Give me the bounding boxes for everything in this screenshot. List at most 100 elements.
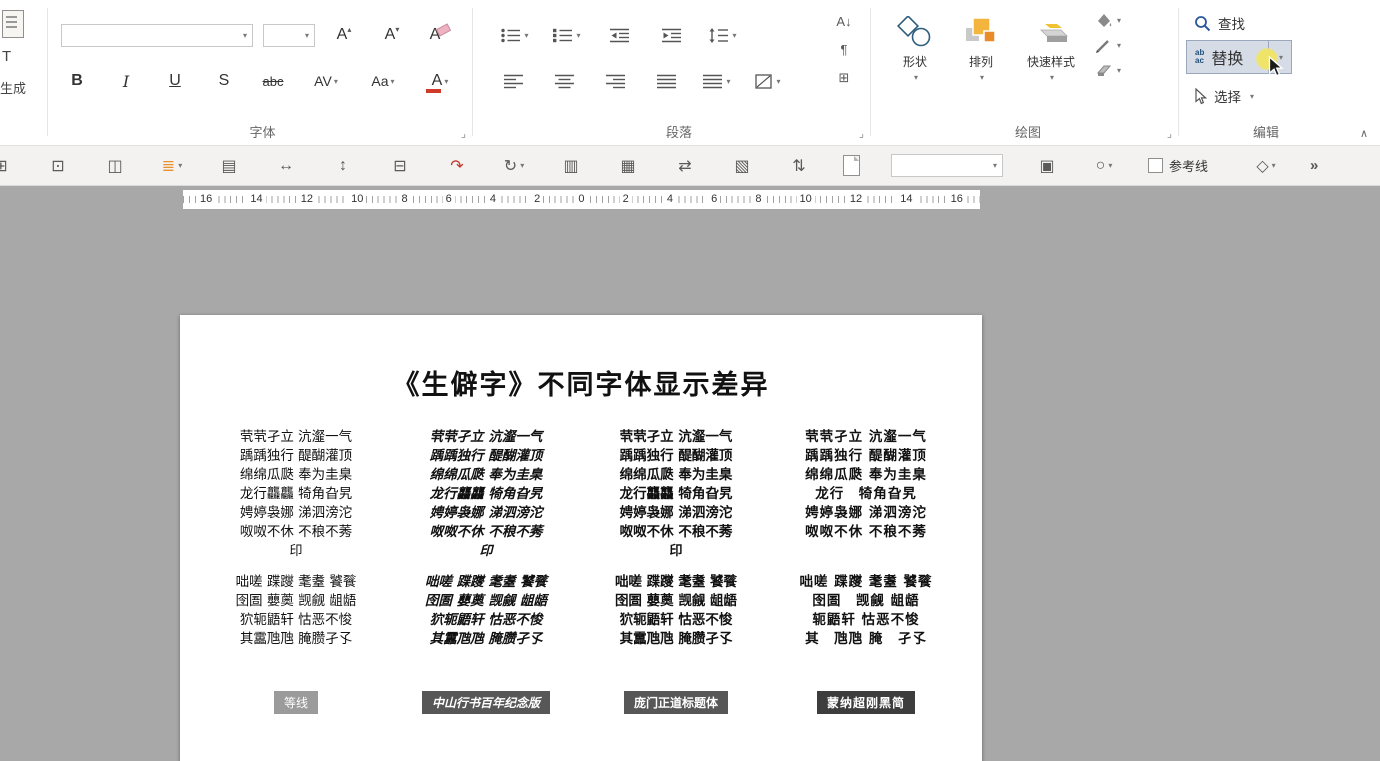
font-name-badge: 中山行书百年纪念版 [422,691,550,714]
distribute-horizontal-icon[interactable]: ↔ [273,157,299,175]
chevron-down-icon[interactable]: ▾ [305,31,309,40]
increase-indent-button[interactable] [652,20,690,50]
strikethrough-abc-button[interactable]: abc [255,66,291,96]
chevron-down-icon[interactable]: ▾ [993,161,997,170]
wrap-text-icon[interactable]: ↷ [444,156,470,176]
justify-button[interactable] [647,66,685,96]
group-divider [870,8,871,136]
left-strip-t-label[interactable]: T [2,48,11,65]
grow-font-button[interactable]: A ▴ [325,20,363,50]
bullets-icon [501,28,520,43]
distribute-vertical-icon[interactable]: ↕ [330,157,356,175]
font-group: ▾ ▾ A ▴ A ▾ A B [55,0,470,144]
guides-toggle[interactable]: 参考线 [1148,156,1208,175]
horizontal-ruler[interactable]: 1614121086420246810121416 [183,190,980,209]
align-left-button[interactable] [494,66,532,96]
decrease-indent-button[interactable] [600,20,638,50]
underline-button[interactable]: U [157,66,193,96]
quick-styles-label: 快速样式 [1027,53,1075,70]
paragraph-mark-icon[interactable]: ¶ [831,42,857,57]
numbering-button[interactable]: ▾ [548,20,586,50]
rotate-icon[interactable]: ↻ ▾ [501,156,527,176]
group-objects-icon[interactable]: ▦ [615,156,641,176]
select-button[interactable]: 选择 ▾ [1194,86,1254,106]
ruler-number: 2 [531,190,543,209]
seal-char: 印 [217,542,375,561]
lyric-line: 绵绵瓜瓞 奉为圭臬 [407,466,565,485]
align-center-button[interactable] [545,66,583,96]
find-label: 查找 [1218,13,1245,33]
change-case-button[interactable]: Aa ▾ [361,66,405,96]
document-page[interactable]: 《生僻字》不同字体显示差异 茕茕孑立 沆瀣一气踽踽独行 醍醐灌顶绵绵瓜瓞 奉为圭… [180,315,982,761]
theme-color-icon[interactable]: ○ ▾ [1091,157,1117,175]
generate-doc-icon[interactable] [2,10,24,38]
lyric-line: 呶呶不休 不稂不莠 [787,523,945,542]
lyric-line: 呶呶不休 不稂不莠 [407,523,565,542]
guides-checkbox[interactable] [1148,158,1163,173]
font-name-badge: 庞门正道标题体 [624,691,728,714]
shading-button[interactable]: ▾ [749,66,787,96]
bullets-button[interactable]: ▾ [496,20,534,50]
lyric-line: 绵绵瓜瓞 奉为圭臬 [787,466,945,485]
shapes-button[interactable]: 形状 ▾ [886,8,944,112]
strikethrough-s-button[interactable]: S [206,66,242,96]
chart-icon[interactable]: ▧ [729,156,755,176]
merge-cells-icon[interactable]: ◫ [102,156,128,176]
shape-effects-button[interactable]: ▾ [1094,62,1121,78]
crop-icon[interactable]: ⊡ [45,156,71,176]
drawing-dialog-launcher-icon[interactable]: ⌟ [1167,127,1172,140]
style-combo[interactable]: ▾ [891,154,1003,177]
table-icon[interactable]: ⊞ [0,156,14,176]
font-color-button[interactable]: A ▾ [418,66,462,96]
ruler-number: 2 [620,190,632,209]
font-dialog-launcher-icon[interactable]: ⌟ [461,127,466,140]
ruler-number: 10 [797,190,815,209]
more-tools-button[interactable]: » [1310,157,1318,174]
arrange-button[interactable]: 排列 ▾ [952,8,1010,112]
property-card-icon[interactable]: ▣ [1034,156,1060,176]
arrange-label: 排列 [969,53,993,70]
numbering-icon [553,28,572,43]
align-right-button[interactable] [596,66,634,96]
collapse-ribbon-button[interactable]: ∧ [1360,127,1368,140]
ribbon: T 生成 ▾ ▾ A ▴ A ▾ [0,0,1380,146]
lyric-line: 踽踽独行 醍醐灌顶 [217,447,375,466]
line-spacing-button[interactable]: ▾ [704,20,742,50]
align-list-icon[interactable]: ≣ ▾ [159,156,185,176]
font-size-combo[interactable]: ▾ [263,24,315,47]
print-icon[interactable]: ▤ [216,156,242,176]
shape-outline-button[interactable]: ▾ [1094,37,1121,53]
ruler-number: 4 [664,190,676,209]
decrease-indent-icon [610,28,629,43]
draw-shape-glyph: ◇ [1256,156,1268,176]
distribute-button[interactable]: ▾ [698,66,736,96]
borders-icon[interactable]: ⊞ [831,70,857,86]
clear-formatting-button[interactable]: A [421,20,459,50]
draw-shape-icon[interactable]: ◇ ▾ [1253,156,1279,176]
italic-button[interactable]: I [108,66,144,96]
shrink-font-button[interactable]: A ▾ [373,20,411,50]
ruler-number: 12 [298,190,316,209]
ruler-number: 14 [247,190,265,209]
shape-fill-button[interactable]: ▾ [1094,12,1121,28]
margins-icon[interactable]: ⊟ [387,156,413,176]
column-width-icon[interactable]: ⇄ [672,156,698,176]
ribbon-left-partial-group: T 生成 [0,0,34,144]
word-window: T 生成 ▾ ▾ A ▴ A ▾ [0,0,1380,761]
new-page-icon[interactable] [843,155,860,176]
lyric-line: 茕茕孑立 沆瀣一气 [787,428,945,447]
chevron-down-icon: ▾ [444,77,448,86]
increase-indent-icon [662,28,681,43]
find-button[interactable]: 查找 [1194,13,1245,33]
font-column: 茕茕孑立 沆瀣一气踽踽独行 醍醐灌顶绵绵瓜瓞 奉为圭臬龙行 犄角旮旯娉婷袅娜 涕… [787,428,945,649]
align-objects-icon[interactable]: ▥ [558,156,584,176]
quick-styles-button[interactable]: 快速样式 ▾ [1018,8,1084,112]
paragraph-dialog-launcher-icon[interactable]: ⌟ [859,127,864,140]
left-strip-generate-label: 生成 [0,78,26,97]
chevron-down-icon[interactable]: ▾ [243,31,247,40]
character-spacing-button[interactable]: AV ▾ [304,66,348,96]
sort-icon[interactable]: A↓ [831,14,857,29]
font-name-combo[interactable]: ▾ [61,24,253,47]
bold-button[interactable]: B [59,66,95,96]
sort-order-icon[interactable]: ⇅ [786,156,812,176]
